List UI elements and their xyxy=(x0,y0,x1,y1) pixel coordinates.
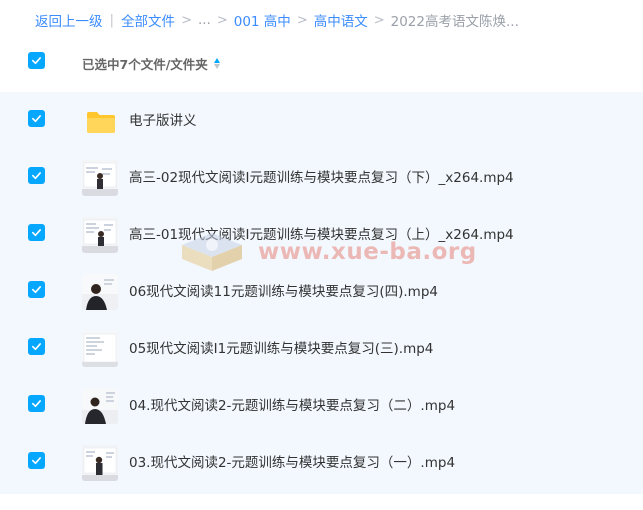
checkmark-icon xyxy=(32,343,41,351)
file-name[interactable]: 03.现代文阅读2-元题训练与模块要点复习（一）.mp4 xyxy=(129,434,455,490)
checkmark-icon xyxy=(32,400,41,408)
chevron-right-icon: > xyxy=(296,12,308,28)
selection-label: 已选中7个文件/文件夹 xyxy=(82,57,208,72)
list-item[interactable]: 04.现代文阅读2-元题训练与模块要点复习（二）.mp4 xyxy=(0,377,643,433)
row-checkbox[interactable] xyxy=(28,281,45,298)
file-list: 电子版讲义 高三-02现代文阅读I元题训练与模块要点复习（下）_x264.mp4… xyxy=(0,92,643,494)
back-link[interactable]: 返回上一级 xyxy=(35,10,103,30)
chevron-right-icon: > xyxy=(373,12,385,28)
file-name[interactable]: 05现代文阅读I1元题训练与模块要点复习(三).mp4 xyxy=(129,320,433,376)
checkmark-icon xyxy=(32,172,41,180)
row-checkbox[interactable] xyxy=(28,338,45,355)
list-item[interactable]: 03.现代文阅读2-元题训练与模块要点复习（一）.mp4 xyxy=(0,434,643,490)
breadcrumb-divider: | xyxy=(109,12,115,28)
select-all-checkbox[interactable] xyxy=(28,52,45,69)
breadcrumb-item-ellipsis[interactable]: ... xyxy=(198,12,211,28)
file-name[interactable]: 06现代文阅读11元题训练与模块要点复习(四).mp4 xyxy=(129,263,438,319)
checkmark-icon xyxy=(32,286,41,294)
checkmark-icon xyxy=(32,57,41,65)
row-checkbox[interactable] xyxy=(28,452,45,469)
row-checkbox[interactable] xyxy=(28,110,45,127)
chevron-right-icon: > xyxy=(216,12,228,28)
video-thumbnail xyxy=(82,274,118,310)
breadcrumb: 返回上一级 | 全部文件 > ... > 001 高中 > 高中语文 > 202… xyxy=(35,10,519,30)
breadcrumb-item-chinese[interactable]: 高中语文 xyxy=(314,10,368,30)
file-name[interactable]: 高三-02现代文阅读I元题训练与模块要点复习（下）_x264.mp4 xyxy=(129,149,514,205)
list-item[interactable]: 06现代文阅读11元题训练与模块要点复习(四).mp4 xyxy=(0,263,643,319)
row-checkbox[interactable] xyxy=(28,395,45,412)
video-thumbnail xyxy=(82,388,118,424)
list-item[interactable]: 高三-02现代文阅读I元题训练与模块要点复习（下）_x264.mp4 xyxy=(0,149,643,205)
chevron-right-icon: > xyxy=(181,12,192,28)
file-name[interactable]: 04.现代文阅读2-元题训练与模块要点复习（二）.mp4 xyxy=(129,377,455,433)
list-item[interactable]: 高三-01现代文阅读I元题训练与模块要点复习（上）_x264.mp4 xyxy=(0,206,643,262)
breadcrumb-item-001[interactable]: 001 高中 xyxy=(234,10,291,30)
video-thumbnail xyxy=(82,217,118,253)
video-thumbnail xyxy=(82,331,118,367)
list-item[interactable]: 电子版讲义 xyxy=(0,92,643,148)
checkmark-icon xyxy=(32,229,41,237)
selection-count: 已选中7个文件/文件夹 xyxy=(82,54,220,73)
checkmark-icon xyxy=(32,457,41,465)
video-thumbnail xyxy=(82,445,118,481)
checkmark-icon xyxy=(32,115,41,123)
breadcrumb-item-all-files[interactable]: 全部文件 xyxy=(121,10,175,30)
row-checkbox[interactable] xyxy=(28,167,45,184)
file-name[interactable]: 电子版讲义 xyxy=(129,92,197,148)
list-item[interactable]: 05现代文阅读I1元题训练与模块要点复习(三).mp4 xyxy=(0,320,643,376)
sort-icon[interactable] xyxy=(213,57,220,70)
list-header: 已选中7个文件/文件夹 xyxy=(0,43,643,83)
video-thumbnail xyxy=(82,160,118,196)
folder-icon xyxy=(87,112,115,133)
file-name[interactable]: 高三-01现代文阅读I元题训练与模块要点复习（上）_x264.mp4 xyxy=(129,206,514,262)
row-checkbox[interactable] xyxy=(28,224,45,241)
breadcrumb-current: 2022高考语文陈焕... xyxy=(390,14,519,30)
